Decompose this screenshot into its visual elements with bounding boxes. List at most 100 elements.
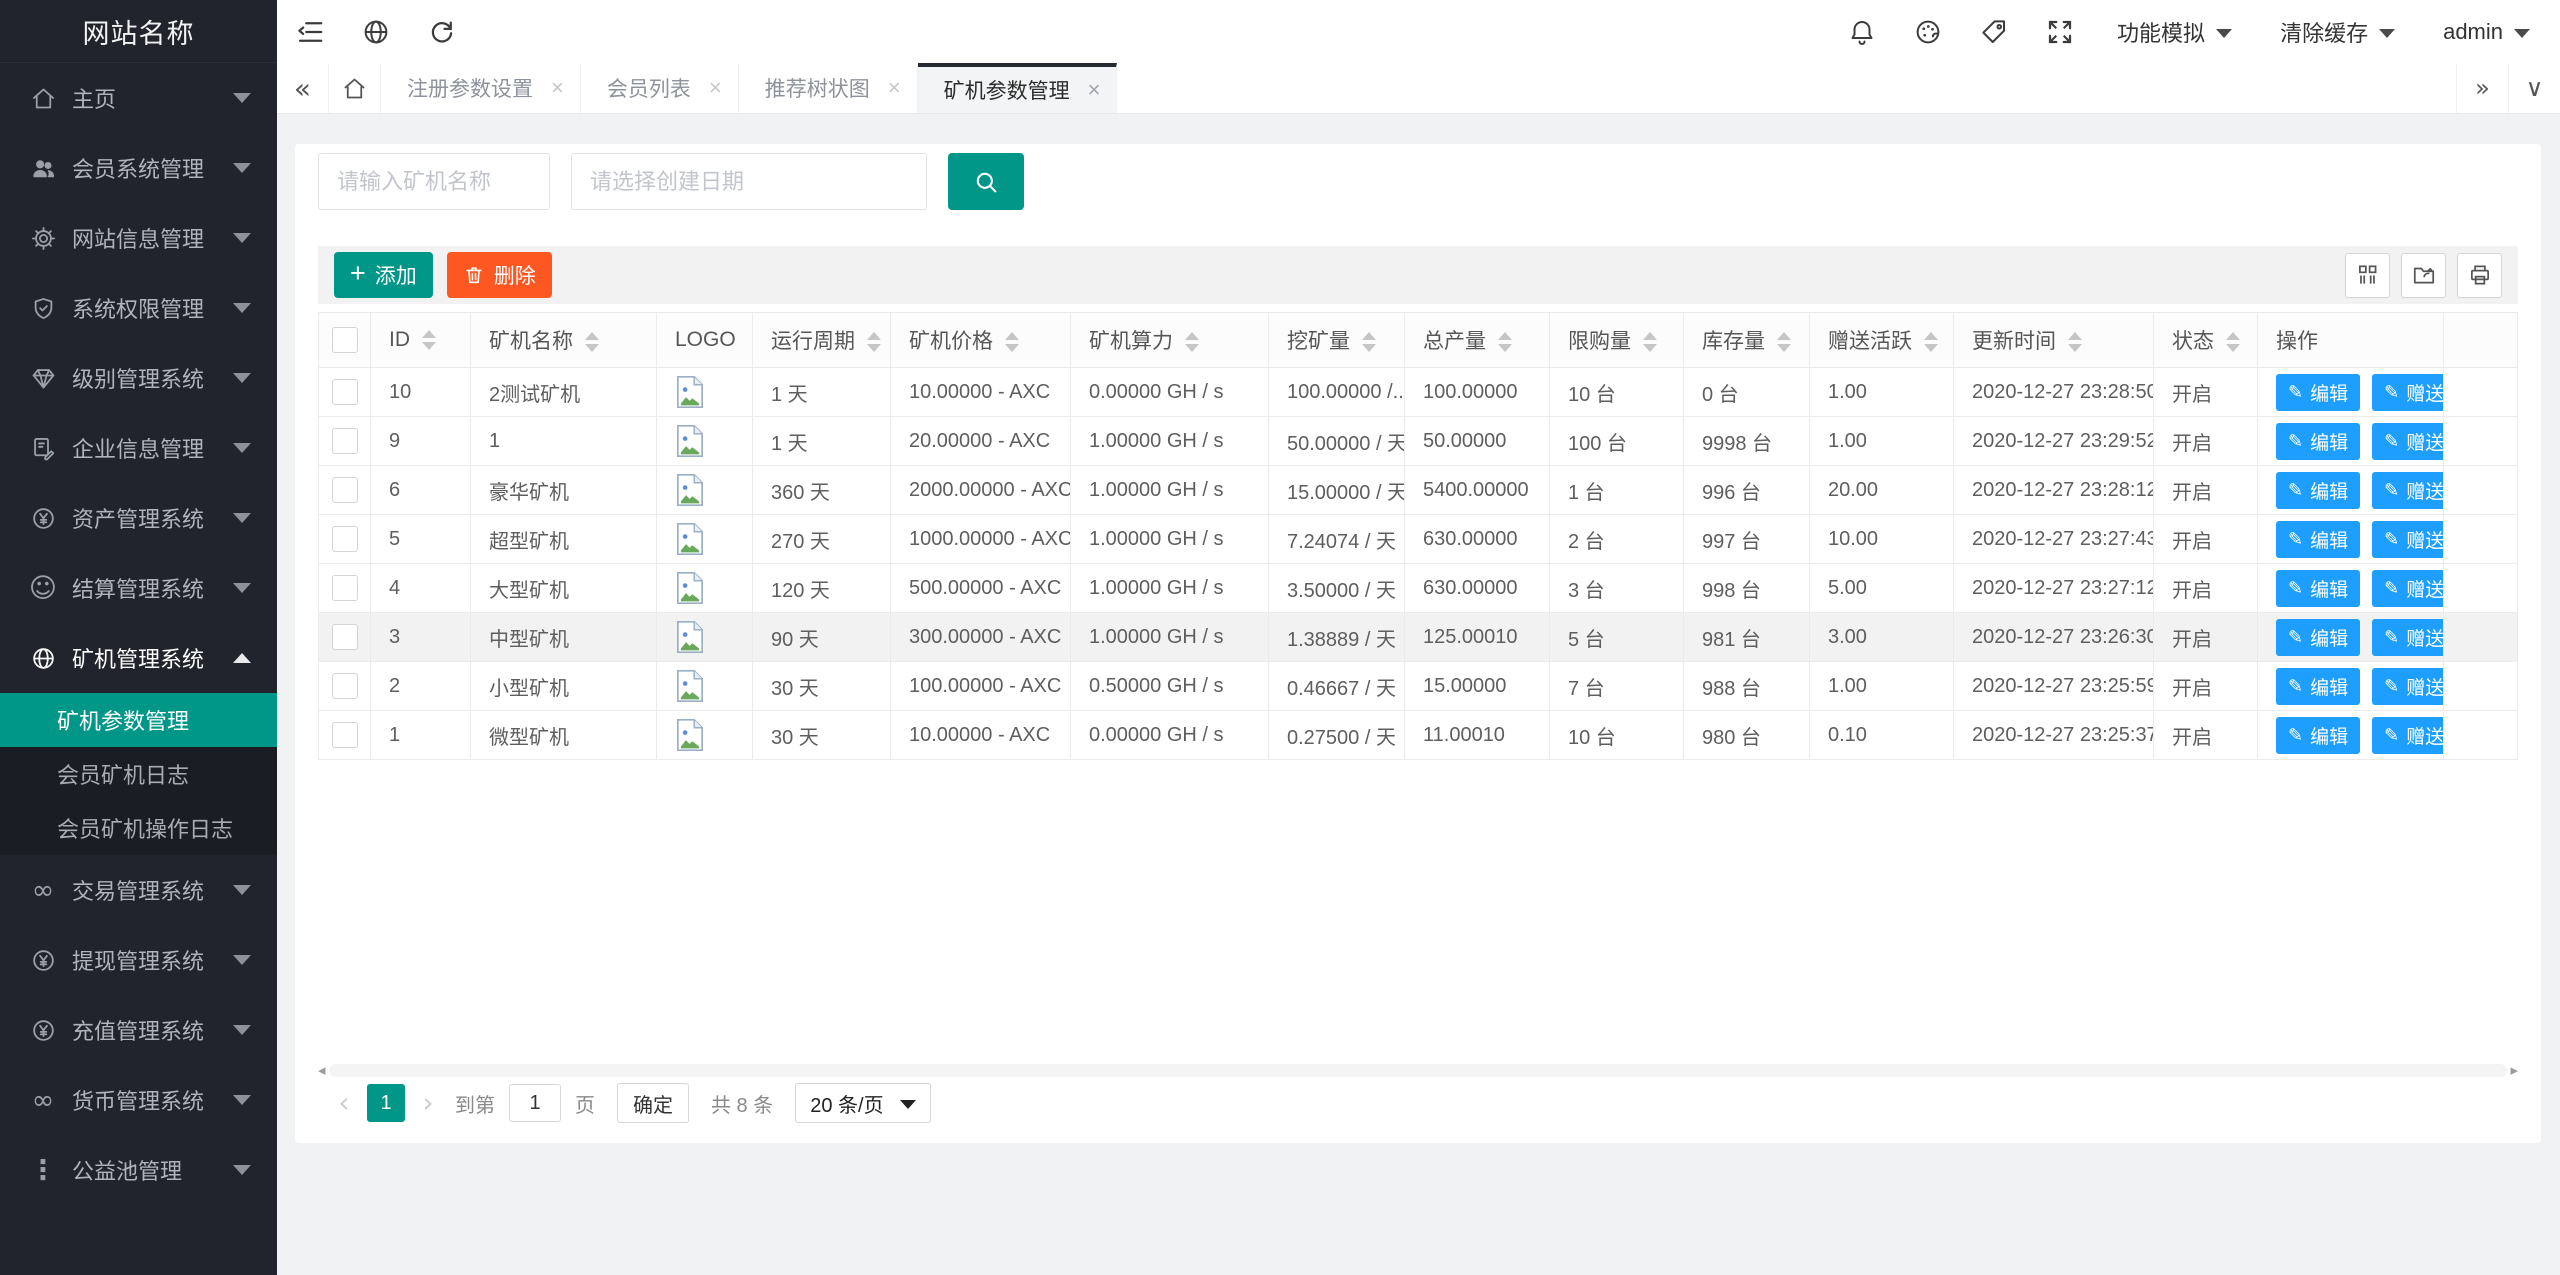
sidebar-item[interactable]: ⋮公益池管理 [0, 1135, 277, 1205]
home-tab[interactable] [329, 63, 381, 113]
sidebar-item[interactable]: 级别管理系统 [0, 343, 277, 413]
horizontal-scrollbar[interactable]: ◂ ▸ [318, 1064, 2518, 1077]
row-checkbox[interactable] [332, 379, 358, 405]
scroll-right-icon[interactable]: ▸ [2510, 1063, 2518, 1078]
gift-button[interactable]: ✎赠送 [2372, 668, 2443, 705]
bell-icon[interactable] [1829, 0, 1895, 63]
confirm-button[interactable]: 确定 [617, 1083, 689, 1123]
edit-button[interactable]: ✎编辑 [2276, 668, 2360, 705]
search-button[interactable] [948, 153, 1024, 210]
sidebar-item[interactable]: ∞货币管理系统 [0, 1065, 277, 1135]
gift-button[interactable]: ✎赠送 [2372, 374, 2443, 411]
next-page-icon[interactable]: › [411, 1089, 445, 1117]
edit-button[interactable]: ✎编辑 [2276, 374, 2360, 411]
palette-icon[interactable] [1895, 0, 1961, 63]
sort-icon[interactable] [2068, 332, 2082, 352]
export-button[interactable] [2401, 253, 2446, 298]
scroll-left-icon[interactable]: ◂ [318, 1063, 326, 1078]
refresh-icon[interactable] [409, 0, 475, 63]
row-checkbox[interactable] [332, 722, 358, 748]
sort-icon[interactable] [1362, 332, 1376, 352]
gift-button[interactable]: ✎赠送 [2372, 570, 2443, 607]
sidebar-item[interactable]: ∞交易管理系统 [0, 855, 277, 925]
scroll-tabs-left-icon[interactable]: « [277, 63, 329, 113]
row-checkbox[interactable] [332, 624, 358, 650]
sidebar-item[interactable]: 网站信息管理 [0, 203, 277, 273]
table-row[interactable]: 1微型矿机30 天10.00000 - AXC0.00000 GH / s0.2… [319, 711, 2518, 760]
close-icon[interactable]: × [1088, 77, 1101, 103]
table-row[interactable]: 3中型矿机90 天300.00000 - AXC1.00000 GH / s1.… [319, 613, 2518, 662]
sort-icon[interactable] [1643, 332, 1657, 352]
globe-icon[interactable] [343, 0, 409, 63]
collapse-sidebar-icon[interactable] [277, 0, 343, 63]
fullscreen-icon[interactable] [2027, 0, 2093, 63]
row-checkbox[interactable] [332, 428, 358, 454]
sidebar-item[interactable]: 充值管理系统 [0, 995, 277, 1065]
edit-button[interactable]: ✎编辑 [2276, 570, 2360, 607]
columns-toggle-button[interactable] [2345, 253, 2390, 298]
sort-icon[interactable] [585, 332, 599, 352]
sidebar-item[interactable]: 主页 [0, 63, 277, 133]
admin-dropdown[interactable]: admin [2419, 0, 2560, 63]
tab[interactable]: 注册参数设置× [381, 63, 581, 113]
row-checkbox[interactable] [332, 673, 358, 699]
sidebar-item[interactable]: 资产管理系统 [0, 483, 277, 553]
print-button[interactable] [2457, 253, 2502, 298]
gift-button[interactable]: ✎赠送 [2372, 717, 2443, 754]
edit-button[interactable]: ✎编辑 [2276, 717, 2360, 754]
sidebar-item[interactable]: 矿机管理系统 [0, 623, 277, 693]
scrollbar-track[interactable] [329, 1064, 2508, 1077]
row-checkbox[interactable] [332, 477, 358, 503]
goto-page-input[interactable] [509, 1084, 561, 1122]
close-icon[interactable]: × [709, 75, 722, 101]
sort-icon[interactable] [1498, 332, 1512, 352]
sidebar-item[interactable]: ☺结算管理系统 [0, 553, 277, 623]
sort-icon[interactable] [1185, 332, 1199, 352]
row-checkbox[interactable] [332, 575, 358, 601]
row-checkbox[interactable] [332, 526, 358, 552]
tag-icon[interactable] [1961, 0, 2027, 63]
sidebar-subitem[interactable]: 矿机参数管理 [0, 693, 277, 747]
edit-button[interactable]: ✎编辑 [2276, 472, 2360, 509]
sidebar-subitem[interactable]: 会员矿机操作日志 [0, 801, 277, 855]
prev-page-icon[interactable]: ‹ [327, 1089, 361, 1117]
close-icon[interactable]: × [888, 75, 901, 101]
table-row[interactable]: 102测试矿机1 天10.00000 - AXC0.00000 GH / s10… [319, 368, 2518, 417]
table-row[interactable]: 2小型矿机30 天100.00000 - AXC0.50000 GH / s0.… [319, 662, 2518, 711]
sidebar-item[interactable]: 提现管理系统 [0, 925, 277, 995]
add-button[interactable]: + 添加 [334, 252, 433, 298]
clear-cache-dropdown[interactable]: 清除缓存 [2256, 0, 2419, 63]
tab[interactable]: 推荐树状图× [739, 63, 918, 113]
create-date-input[interactable] [571, 153, 927, 210]
gift-button[interactable]: ✎赠送 [2372, 619, 2443, 656]
sort-icon[interactable] [867, 332, 881, 352]
gift-button[interactable]: ✎赠送 [2372, 521, 2443, 558]
sort-icon[interactable] [2226, 332, 2240, 352]
function-simulate-dropdown[interactable]: 功能模拟 [2093, 0, 2256, 63]
tab[interactable]: 会员列表× [581, 63, 739, 113]
sidebar-item[interactable]: 企业信息管理 [0, 413, 277, 483]
close-icon[interactable]: × [551, 75, 564, 101]
scroll-tabs-right-icon[interactable]: » [2456, 63, 2508, 113]
table-row[interactable]: 4大型矿机120 天500.00000 - AXC1.00000 GH / s3… [319, 564, 2518, 613]
select-all-checkbox[interactable] [332, 327, 358, 353]
edit-button[interactable]: ✎编辑 [2276, 619, 2360, 656]
sidebar-item[interactable]: 系统权限管理 [0, 273, 277, 343]
edit-button[interactable]: ✎编辑 [2276, 521, 2360, 558]
sort-icon[interactable] [1005, 332, 1019, 352]
gift-button[interactable]: ✎赠送 [2372, 472, 2443, 509]
current-page[interactable]: 1 [367, 1084, 405, 1122]
table-row[interactable]: 5超型矿机270 天1000.00000 - AXC1.00000 GH / s… [319, 515, 2518, 564]
edit-button[interactable]: ✎编辑 [2276, 423, 2360, 460]
sidebar-subitem[interactable]: 会员矿机日志 [0, 747, 277, 801]
sort-icon[interactable] [1777, 332, 1791, 352]
table-row[interactable]: 6豪华矿机360 天2000.00000 - AXC1.00000 GH / s… [319, 466, 2518, 515]
sort-icon[interactable] [422, 330, 436, 350]
table-row[interactable]: 911 天20.00000 - AXC1.00000 GH / s50.0000… [319, 417, 2518, 466]
page-size-select[interactable]: 20 条/页 [795, 1083, 930, 1123]
tab[interactable]: 矿机参数管理× [918, 63, 1118, 113]
miner-name-input[interactable] [318, 153, 550, 210]
gift-button[interactable]: ✎赠送 [2372, 423, 2443, 460]
sort-icon[interactable] [1924, 332, 1938, 352]
tabs-menu-icon[interactable]: ∨ [2508, 63, 2560, 113]
